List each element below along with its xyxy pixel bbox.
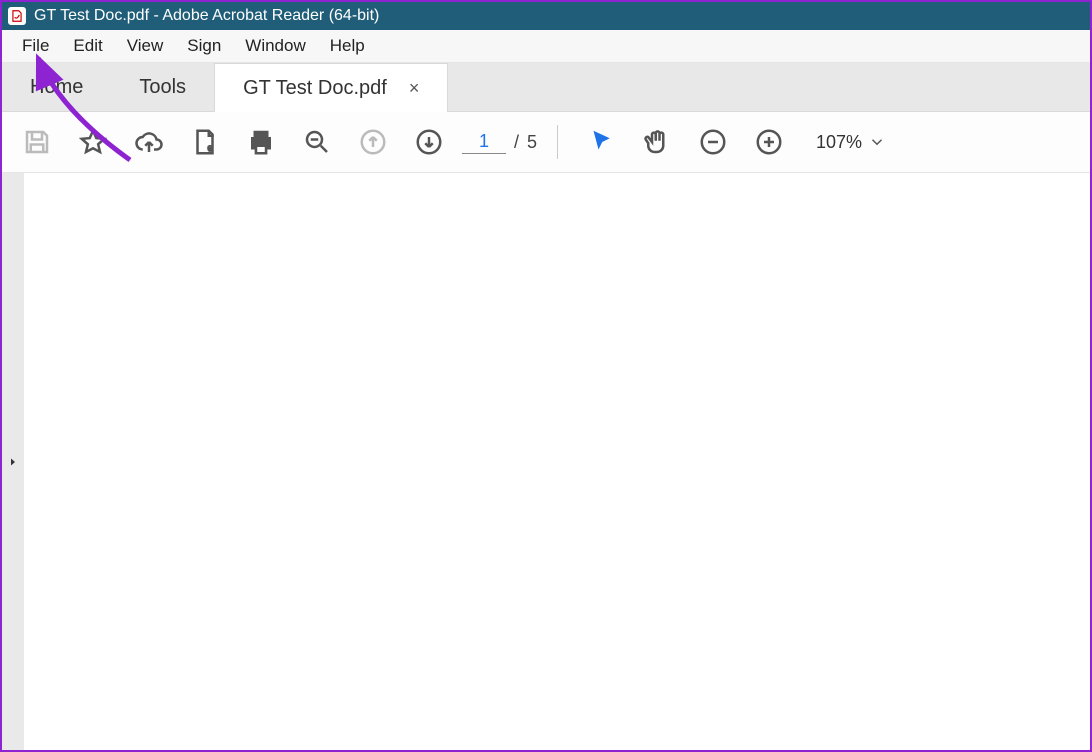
secure-doc-button[interactable]	[182, 119, 228, 165]
find-button[interactable]	[294, 119, 340, 165]
star-button[interactable]	[70, 119, 116, 165]
star-icon	[78, 127, 108, 157]
window-title: GT Test Doc.pdf - Adobe Acrobat Reader (…	[34, 7, 379, 25]
titlebar: GT Test Doc.pdf - Adobe Acrobat Reader (…	[2, 2, 1090, 30]
zoom-in-icon	[754, 127, 784, 157]
page-down-icon	[414, 127, 444, 157]
find-icon	[302, 127, 332, 157]
menu-window[interactable]: Window	[233, 32, 317, 60]
tab-tools-label: Tools	[139, 76, 186, 99]
tab-close-button[interactable]: ×	[409, 78, 420, 99]
pointer-tool-button[interactable]	[578, 119, 624, 165]
acrobat-window: GT Test Doc.pdf - Adobe Acrobat Reader (…	[0, 0, 1092, 752]
tab-document-label: GT Test Doc.pdf	[243, 77, 387, 100]
toolbar: / 5 107%	[2, 112, 1090, 173]
hand-tool-button[interactable]	[634, 119, 680, 165]
cloud-upload-button[interactable]	[126, 119, 172, 165]
menubar: File Edit View Sign Window Help	[2, 30, 1090, 63]
chevron-down-icon	[868, 133, 886, 151]
menu-help[interactable]: Help	[318, 32, 377, 60]
content-area	[2, 173, 1090, 750]
secure-doc-icon	[190, 127, 220, 157]
menu-file[interactable]: File	[10, 32, 61, 60]
tab-home-label: Home	[30, 76, 83, 99]
zoom-out-button[interactable]	[690, 119, 736, 165]
zoom-in-button[interactable]	[746, 119, 792, 165]
zoom-dropdown[interactable]: 107%	[808, 132, 886, 153]
print-icon	[246, 127, 276, 157]
zoom-out-icon	[698, 127, 728, 157]
cloud-upload-icon	[134, 127, 164, 157]
hand-icon	[642, 127, 672, 157]
toolbar-separator	[557, 125, 558, 159]
page-indicator: / 5	[462, 130, 537, 154]
save-icon	[22, 127, 52, 157]
zoom-value: 107%	[808, 132, 862, 153]
save-button[interactable]	[14, 119, 60, 165]
tab-tools[interactable]: Tools	[111, 63, 214, 111]
print-button[interactable]	[238, 119, 284, 165]
tab-home[interactable]: Home	[2, 63, 111, 111]
page-sep: /	[514, 132, 519, 153]
acrobat-app-icon	[8, 7, 26, 25]
menu-edit[interactable]: Edit	[61, 32, 114, 60]
tabbar: Home Tools GT Test Doc.pdf ×	[2, 63, 1090, 112]
menu-view[interactable]: View	[115, 32, 176, 60]
tab-document[interactable]: GT Test Doc.pdf ×	[214, 63, 448, 112]
pointer-icon	[586, 127, 616, 157]
document-view[interactable]	[24, 173, 1090, 750]
nav-pane-toggle[interactable]	[2, 173, 24, 750]
page-up-icon	[358, 127, 388, 157]
page-up-button[interactable]	[350, 119, 396, 165]
page-total: 5	[527, 132, 537, 153]
page-down-button[interactable]	[406, 119, 452, 165]
page-number-input[interactable]	[462, 130, 506, 154]
menu-sign[interactable]: Sign	[175, 32, 233, 60]
expand-panel-icon	[7, 456, 19, 468]
